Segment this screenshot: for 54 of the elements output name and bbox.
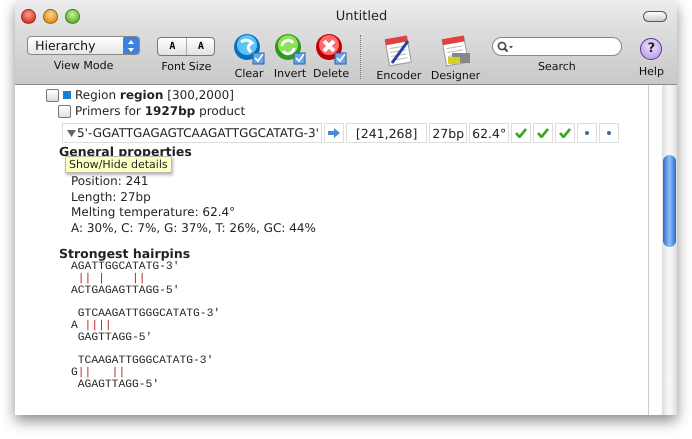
orb-icon	[315, 33, 348, 65]
toolbar-button[interactable]: Encoder	[370, 33, 428, 82]
scrollbar[interactable]	[662, 85, 677, 415]
sequence-text: 5'-GGATTGAGAGTCAAGATTGGCATATG-3'	[77, 126, 319, 140]
window-title: Untitled	[334, 8, 388, 24]
sequence-text: AGATTGGCATATG-3'	[71, 261, 180, 273]
base-pair-bonds: ||||	[84, 320, 112, 332]
tooltip: Show/Hide details	[65, 156, 172, 173]
minimize-button[interactable]	[43, 8, 58, 24]
checkbox[interactable]	[46, 88, 59, 102]
font-size-button[interactable]: A	[158, 38, 186, 55]
toolbar-label: View Mode	[54, 59, 114, 72]
toolbar-label: Font Size	[161, 60, 212, 73]
close-button[interactable]	[21, 8, 36, 24]
range-cell: [241,268]	[346, 123, 428, 143]
toolbar-button[interactable]: Designer	[427, 33, 484, 82]
toolbar-button[interactable]: Clear	[228, 33, 270, 80]
orb-icon	[274, 33, 306, 65]
view-mode-dropdown[interactable]: Hierarchy	[27, 36, 140, 55]
region-label: Region region [300,2000]	[75, 88, 234, 102]
base-pair-bonds: || | ||	[78, 273, 146, 285]
toolbar-button[interactable]: Invert	[270, 33, 311, 80]
property-text: Position: 241	[70, 174, 150, 190]
base-pair-bonds: || ||	[78, 367, 126, 379]
property-text: A: 30%, C: 7%, G: 37%, T: 26%, GC: 44%	[70, 220, 317, 236]
sequence-text: ACTGAGAGTTAGG-5'	[71, 285, 180, 297]
toolbar-button[interactable]: Delete	[310, 33, 352, 80]
property-text: Length: 27bp	[70, 190, 152, 205]
search-field[interactable]	[492, 37, 622, 56]
sequence-text: GAGTTAGG-5'	[78, 332, 152, 344]
scroll-thumb[interactable]	[663, 155, 676, 247]
search-icon	[496, 40, 515, 52]
font-size-button[interactable]: A	[186, 38, 214, 55]
loop-base: A	[71, 320, 78, 332]
sequence-text: AGAGTTAGG-5'	[78, 379, 160, 391]
loop-base: G	[71, 367, 78, 379]
region-marker-icon	[63, 91, 71, 99]
primer-group-label: Primers for 1927bp product	[75, 104, 246, 118]
checkbox[interactable]	[58, 104, 71, 118]
section-heading: Strongest hairpins	[59, 246, 192, 261]
stepper-icon	[123, 37, 140, 54]
toolbar-toggle-button[interactable]	[643, 10, 667, 22]
property-text: Melting temperature: 62.4°	[70, 205, 236, 220]
arrow-icon[interactable]	[326, 127, 341, 139]
disclosure-triangle-icon[interactable]	[67, 128, 76, 138]
toolbar-label: Search	[538, 60, 576, 73]
orb-icon	[233, 33, 266, 65]
zoom-button[interactable]	[65, 8, 80, 24]
tm-cell: 62.4°	[469, 123, 510, 143]
section-heading: General properties	[59, 144, 193, 159]
sequence-text: GTCAAGATTGGGCATATG-3'	[78, 308, 220, 320]
length-cell: 27bp	[429, 123, 468, 143]
help-button[interactable]: ? Help	[634, 33, 670, 78]
sequence-text: TCAAGATTGGGCATATG-3'	[78, 355, 214, 367]
